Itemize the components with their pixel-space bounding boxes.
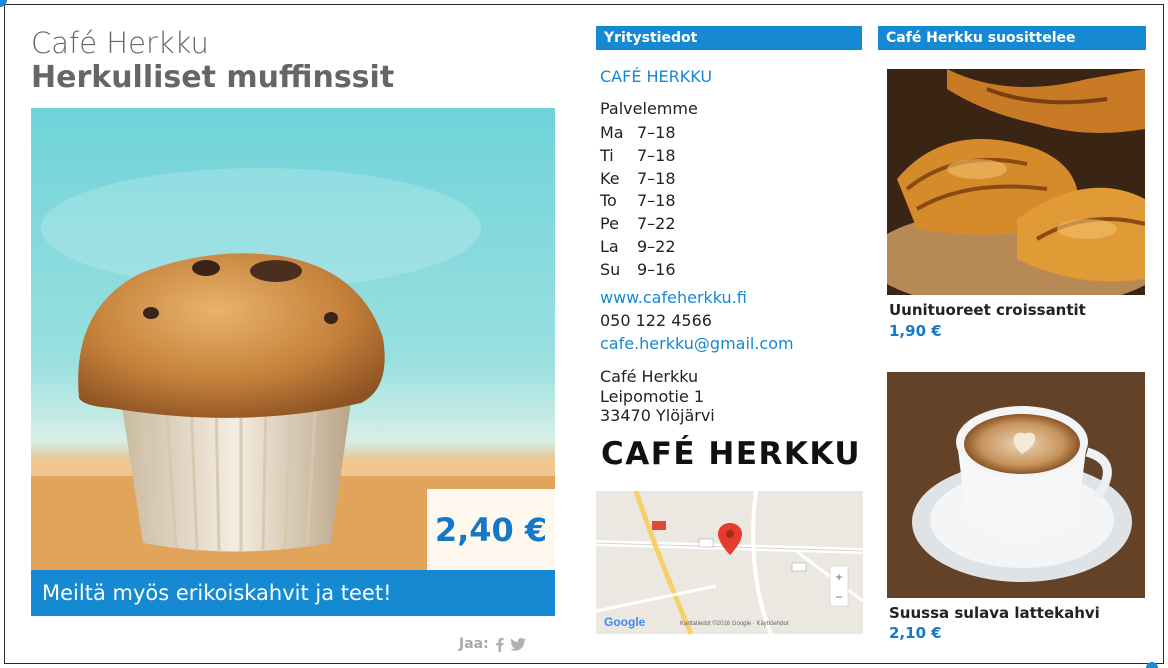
hours-day: Ke — [600, 168, 620, 188]
website-link[interactable]: www.cafeherkku.fi — [600, 288, 747, 307]
hours-row: To 7–18 — [600, 190, 676, 213]
recommendations-header: Café Herkku suosittelee — [878, 26, 1146, 50]
map-graphic-icon: + − — [596, 491, 863, 634]
company-info-header: Yritystiedot — [596, 26, 862, 50]
hours-time: 7–18 — [637, 123, 676, 142]
address-block: Café Herkku Leipomotie 1 33470 Ylöjärvi — [600, 367, 715, 426]
hours-day: To — [600, 191, 617, 211]
hours-time: 7–18 — [637, 191, 676, 211]
email-link[interactable]: cafe.herkku@gmail.com — [600, 334, 794, 353]
hours-row: La 9–22 — [600, 236, 676, 259]
page-title: Herkulliset muffinssit — [31, 60, 395, 95]
location-map[interactable]: + − Google Karttatiedot ©2016 Google · K… — [596, 491, 863, 634]
hours-row: Ke 7–18 — [600, 168, 676, 191]
share-bar: Jaa: — [459, 636, 526, 652]
address-postal: 33470 Ylöjärvi — [600, 406, 715, 425]
recommendation-price: 1,90 € — [889, 322, 942, 340]
share-label: Jaa: — [459, 636, 489, 652]
cafe-logo: CAFÉ HERKKU — [601, 436, 862, 472]
hours-day: Pe — [600, 214, 619, 234]
hero-price: 2,40 € — [427, 489, 555, 570]
cafe-name: Café Herkku — [31, 26, 209, 60]
recommendation-card[interactable] — [887, 372, 1145, 598]
hours-day: Ti — [600, 145, 614, 165]
hero-caption: Meiltä myös erikoiskahvit ja teet! — [31, 570, 555, 616]
recommendation-price: 2,10 € — [889, 624, 942, 642]
hours-time: 9–22 — [637, 236, 676, 256]
facebook-icon[interactable] — [495, 637, 504, 652]
hours-day: Ma — [600, 123, 624, 142]
address-street: Leipomotie 1 — [600, 386, 705, 406]
hours-time: 7–18 — [637, 168, 676, 188]
hours-day: Su — [600, 259, 621, 279]
recommendation-title: Uunituoreet croissantit — [889, 301, 1086, 319]
address-name: Café Herkku — [600, 367, 699, 386]
company-name: CAFÉ HERKKU — [600, 67, 713, 86]
hours-day: La — [600, 236, 619, 256]
hours-row: Su 9–16 — [600, 259, 676, 282]
svg-text:+: + — [835, 570, 842, 584]
hours-row: Pe 7–22 — [600, 213, 676, 236]
recommendation-card[interactable] — [887, 69, 1145, 295]
hours-time: 7–22 — [637, 214, 676, 234]
opening-hours-label: Palvelemme — [600, 99, 698, 118]
croissant-photo-icon — [887, 69, 1145, 295]
hours-time: 7–18 — [637, 145, 676, 165]
hours-time: 9–16 — [637, 259, 676, 279]
recommendation-title: Suussa sulava lattekahvi — [889, 604, 1100, 622]
svg-text:−: − — [835, 590, 842, 604]
hours-row: Ti 7–18 — [600, 145, 676, 168]
twitter-icon[interactable] — [509, 637, 526, 651]
hours-row: Ma 7–18 — [600, 122, 676, 145]
edge-marker — [1146, 662, 1158, 668]
latte-photo-icon — [887, 372, 1145, 598]
phone-number: 050 122 4566 — [600, 311, 712, 330]
map-provider-logo: Google — [604, 615, 646, 629]
map-attribution: Karttatiedot ©2016 Google · Käyttöehdot — [680, 621, 789, 627]
opening-hours-table: Ma 7–18 Ti 7–18 Ke 7–18 To 7–18 Pe 7–22 La 9–2… — [600, 122, 676, 282]
